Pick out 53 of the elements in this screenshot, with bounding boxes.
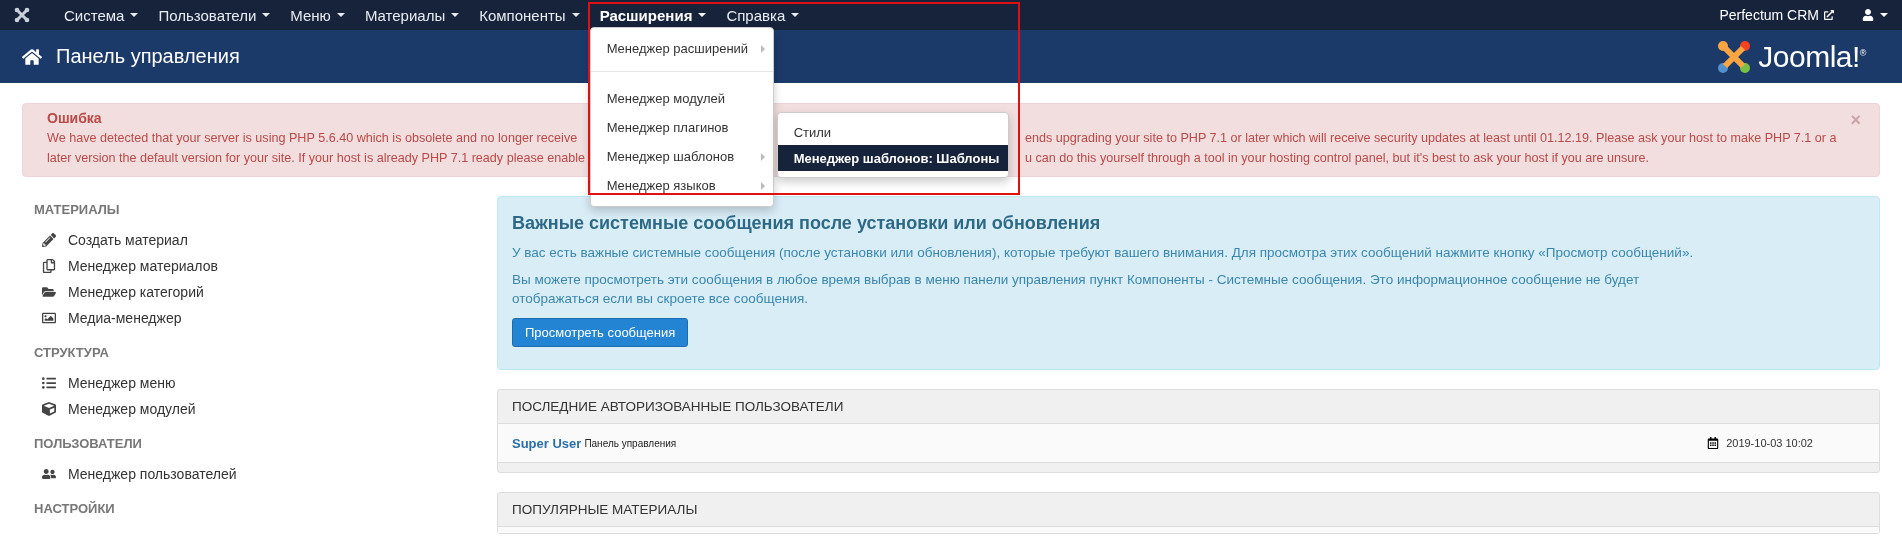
user-link[interactable]: Super User [512, 435, 582, 451]
date-text: 2019-10-03 10:02 [1726, 437, 1813, 449]
info-text: У вас есть важные системные сообщения (после установки или обновления), которые требуют вашего внимания. Для просмотра этих сообщений нажмите кнопку «Просмотр сообщений». [512, 244, 1695, 262]
menu-item[interactable]: Система [54, 0, 149, 30]
submenu-item[interactable]: Стили [777, 119, 1008, 145]
external-link-icon [1824, 10, 1834, 20]
location-text: Панель управления [584, 437, 678, 449]
sidebar-link[interactable]: Менеджер меню [34, 370, 176, 396]
calendar-icon [1707, 437, 1720, 449]
pages-icon [42, 259, 57, 273]
sidebar-heading: МАТЕРИАЛЫ [34, 202, 120, 217]
image-icon [42, 311, 57, 325]
menu-item[interactable]: Пользователи [148, 0, 281, 30]
alert-text: We have detected that your server is using PHP 5.6.40 which is obsolete and no longer receive [47, 130, 578, 147]
user-menu-button[interactable] [1862, 9, 1888, 21]
alert-text: later version the default version for your site. If your host is already PHP 7.1 ready please enable [47, 150, 586, 167]
sidebar-link[interactable]: Менеджер модулей [34, 396, 196, 422]
submenu-arrow-icon [760, 181, 765, 190]
alert-text: ends upgrading your site to PHP 7.1 or later which will receive security updates at least until 01.12.19. Please ask your host to make PHP 7.1 or a [1025, 130, 1837, 147]
page-title: Панель управления [56, 45, 240, 68]
sidebar-link[interactable]: Менеджер материалов [34, 253, 218, 279]
alert-text: u can do this yourself through a tool in your hosting control panel, but it's best to ask your host if you are unsure. [1025, 150, 1650, 167]
sidebar-heading: ПОЛЬЗОВАТЕЛИ [34, 436, 142, 451]
sidebar-heading: НАСТРОЙКИ [34, 501, 115, 516]
users-icon [42, 467, 57, 481]
menu-item[interactable]: Материалы [354, 0, 470, 30]
sidebar-link[interactable]: Создать материал [34, 227, 188, 253]
menu-item[interactable]: Справка [716, 0, 810, 30]
logo-icon [1716, 38, 1753, 75]
sidebar-link[interactable]: Менеджер пользователей [34, 461, 237, 487]
logo-text: Joomla!$^{®}$ [1758, 39, 1866, 74]
list-icon [42, 376, 57, 390]
info-text: Вы можете просмотреть эти сообщения в любое время выбрав в меню панели управления пункт Компоненты - Системные сообщения. Это информационное сообщение не будет отображаться если вы скроете все сообщения. [512, 271, 1641, 308]
dropdown-item[interactable]: Менеджер расширений [590, 34, 773, 63]
sidebar-heading: СТРУКТУРА [34, 345, 109, 360]
sidebar-link[interactable]: Медиа-менеджер [34, 305, 182, 331]
menu-item[interactable]: Меню [280, 0, 355, 30]
submenu-arrow-icon [760, 44, 765, 53]
submenu-item[interactable]: Менеджер шаблонов: Шаблоны [777, 145, 1008, 171]
alert-title: Ошибка [47, 110, 102, 126]
home-icon [22, 46, 42, 67]
info-title: Важные системные сообщения после установки или обновления [512, 213, 1102, 234]
dropdown-item[interactable]: Менеджер плагинов [590, 113, 773, 142]
view-messages-button[interactable]: Просмотреть сообщения [512, 318, 689, 347]
dropdown-item[interactable]: Менеджер языков [590, 171, 773, 200]
folder-icon [42, 285, 57, 299]
pencil-icon [42, 233, 57, 247]
dropdown-item[interactable]: Менеджер модулей [590, 84, 773, 113]
sidebar-link[interactable]: Менеджер категорий [34, 279, 204, 305]
site-link[interactable]: Perfectum CRM [1719, 7, 1834, 23]
cube-icon [42, 402, 57, 416]
menu-item[interactable]: Компоненты [469, 0, 590, 30]
submenu-arrow-icon [760, 152, 765, 161]
